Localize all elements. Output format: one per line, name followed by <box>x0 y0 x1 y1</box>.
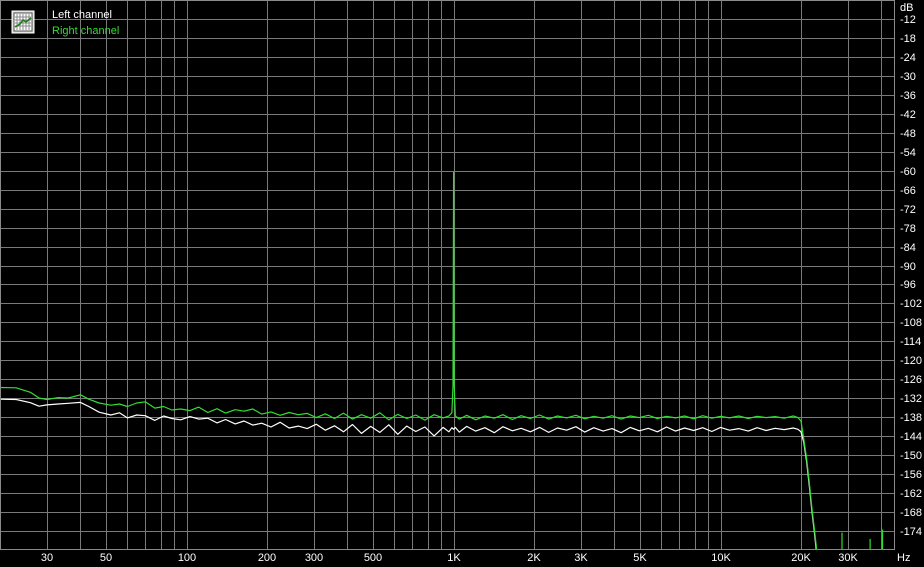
y-tick-label: -96 <box>900 279 916 291</box>
x-tick-label: 2K <box>527 552 541 564</box>
y-tick-label: -108 <box>900 317 922 329</box>
y-tick-label: -102 <box>900 298 922 310</box>
y-tick-label: -78 <box>900 223 916 235</box>
y-tick-label: -168 <box>900 507 922 519</box>
legend-right-channel: Right channel <box>52 25 119 37</box>
y-tick-label: -138 <box>900 412 922 424</box>
spectrum-grid-icon[interactable] <box>11 10 35 34</box>
y-tick-label: -24 <box>900 52 916 64</box>
chart-background <box>0 0 924 567</box>
y-tick-label: -132 <box>900 393 922 405</box>
y-tick-label: -36 <box>900 90 916 102</box>
y-tick-label: -18 <box>900 33 916 45</box>
y-tick-label: -156 <box>900 469 922 481</box>
x-tick-label: 30 <box>41 552 53 564</box>
x-tick-label: 200 <box>258 552 276 564</box>
x-tick-label: 5K <box>633 552 647 564</box>
x-tick-label: 100 <box>178 552 196 564</box>
x-tick-label: 3K <box>574 552 588 564</box>
y-tick-label: -144 <box>900 431 922 443</box>
y-tick-label: -174 <box>900 526 922 538</box>
y-tick-label: -150 <box>900 450 922 462</box>
y-tick-label: -72 <box>900 204 916 216</box>
legend-left-channel: Left channel <box>52 9 112 21</box>
y-tick-label: -54 <box>900 147 916 159</box>
y-axis-unit: dB <box>900 2 913 14</box>
y-tick-label: -84 <box>900 242 916 254</box>
y-tick-label: -120 <box>900 355 922 367</box>
y-tick-label: -12 <box>900 14 916 26</box>
x-tick-label: 10K <box>711 552 731 564</box>
spectrum-chart: 30 50 100 200 300 500 1K 2K 3K 5K 10K 20K 30K -12 -18… <box>0 0 924 567</box>
y-tick-label: -48 <box>900 128 916 140</box>
y-tick-label: -90 <box>900 261 916 273</box>
x-tick-label: 20K <box>791 552 811 564</box>
y-tick-label: -42 <box>900 109 916 121</box>
x-tick-label: 30K <box>838 552 858 564</box>
y-tick-label: -66 <box>900 185 916 197</box>
x-tick-label: 1K <box>447 552 461 564</box>
y-tick-label: -114 <box>900 336 921 348</box>
x-tick-label: 50 <box>100 552 112 564</box>
x-tick-label: 300 <box>305 552 323 564</box>
x-axis-unit: Hz <box>897 552 910 564</box>
x-tick-label: 500 <box>364 552 382 564</box>
y-tick-label: -126 <box>900 374 922 386</box>
y-tick-label: -30 <box>900 71 916 83</box>
y-tick-label: -162 <box>900 488 922 500</box>
y-tick-label: -60 <box>900 166 916 178</box>
